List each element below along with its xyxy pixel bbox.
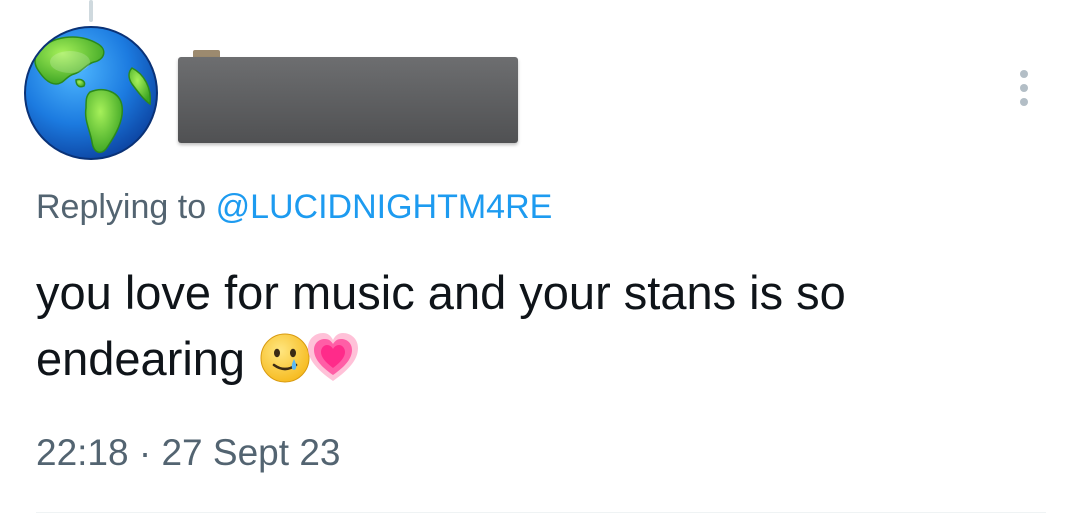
tweet-text: you love for music and your stans is so … bbox=[36, 260, 1046, 392]
replying-to-label: Replying to bbox=[36, 188, 207, 226]
thread-connector-line bbox=[89, 0, 93, 22]
tweet-timestamp[interactable]: 22:18 · 27 Sept 23 bbox=[36, 432, 340, 474]
replying-to-line: Replying to @LUCIDNIGHTM4RE bbox=[36, 188, 552, 227]
more-vertical-icon bbox=[1020, 70, 1028, 106]
globe-icon bbox=[24, 26, 158, 160]
tweet-time: 22:18 bbox=[36, 432, 129, 473]
growing-heart-icon bbox=[308, 333, 359, 381]
redacted-display-name bbox=[178, 57, 518, 143]
smiling-face-with-tear-icon bbox=[260, 333, 310, 383]
meta-separator: · bbox=[138, 432, 152, 473]
reply-handle-link[interactable]: @LUCIDNIGHTM4RE bbox=[216, 188, 553, 226]
more-options-button[interactable] bbox=[1004, 66, 1044, 110]
tweet-body: you love for music and your stans is so … bbox=[36, 266, 846, 385]
tweet-date: 27 Sept 23 bbox=[161, 432, 341, 473]
avatar[interactable] bbox=[20, 22, 162, 164]
